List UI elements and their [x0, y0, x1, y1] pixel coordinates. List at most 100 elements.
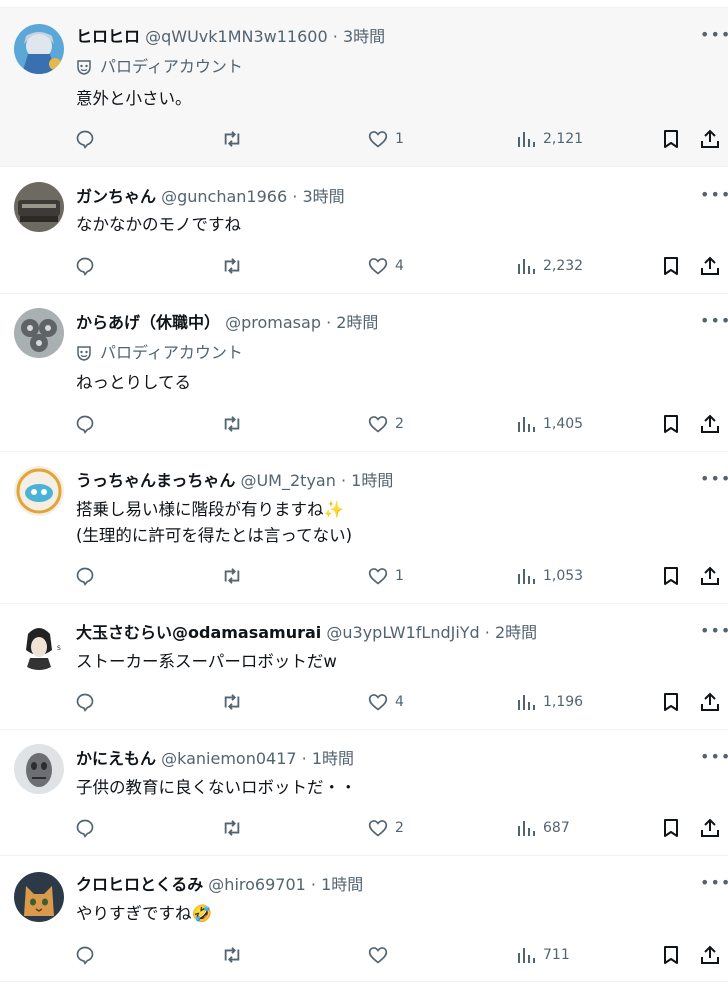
retweet-button[interactable]: [221, 128, 243, 150]
views-icon: [518, 695, 535, 710]
avatar[interactable]: [14, 744, 64, 794]
timestamp[interactable]: 1時間: [312, 749, 354, 768]
more-icon[interactable]: •••: [700, 471, 728, 492]
timestamp[interactable]: 2時間: [495, 623, 537, 642]
retweet-button[interactable]: [221, 944, 243, 966]
reply-button[interactable]: [75, 691, 95, 713]
more-icon[interactable]: •••: [700, 875, 728, 896]
tweet-item[interactable]: からあげ（休職中） @promasap · 2時間 ••• パロディアカウント …: [0, 294, 728, 452]
bookmark-icon: [664, 946, 678, 964]
like-button[interactable]: 4: [368, 691, 404, 713]
tweet-item[interactable]: S 大玉さむらい@odamasamurai @u3ypLW1fLndJiYd ·…: [0, 604, 728, 730]
reply-button[interactable]: [75, 944, 95, 966]
user-handle[interactable]: @qWUvk1MN3w11600: [145, 27, 328, 46]
reply-icon: [76, 257, 94, 276]
tweet-text: 搭乗し易い様に階段が有りますね✨ (生理的に許可を得たとは言ってない): [76, 497, 698, 549]
views-button[interactable]: 1,053: [516, 565, 583, 587]
tweet-item[interactable]: うっちゃんまっちゃん @UM_2tyan · 1時間 ••• 搭乗し易い様に階段…: [0, 452, 728, 604]
reply-button[interactable]: [75, 255, 95, 277]
like-button[interactable]: 2: [368, 817, 404, 839]
retweet-button[interactable]: [221, 255, 243, 277]
share-button[interactable]: [700, 817, 720, 839]
avatar[interactable]: [14, 308, 64, 358]
user-handle[interactable]: @gunchan1966: [161, 187, 287, 206]
more-icon[interactable]: •••: [700, 187, 728, 208]
parody-text: パロディアカウント: [100, 57, 243, 76]
share-button[interactable]: [700, 255, 720, 277]
views-button[interactable]: 1,196: [516, 691, 583, 713]
tweet-text: なかなかのモノですね: [76, 212, 698, 238]
timestamp[interactable]: 1時間: [351, 471, 393, 490]
user-handle[interactable]: @kaniemon0417: [161, 749, 296, 768]
more-icon[interactable]: •••: [700, 313, 728, 334]
bookmark-button[interactable]: [661, 255, 681, 277]
tweet-line: 搭乗し易い様に階段が有りますね✨: [76, 500, 345, 519]
display-name[interactable]: からあげ（休職中）: [76, 313, 220, 332]
share-button[interactable]: [700, 944, 720, 966]
share-button[interactable]: [700, 691, 720, 713]
like-button[interactable]: 1: [368, 565, 404, 587]
views-button[interactable]: 687: [516, 817, 570, 839]
like-button[interactable]: 1: [368, 128, 404, 150]
avatar[interactable]: S: [14, 620, 64, 670]
like-button[interactable]: [368, 944, 395, 966]
display-name[interactable]: かにえもん: [76, 749, 156, 768]
display-name[interactable]: ガンちゃん: [76, 187, 156, 206]
display-name[interactable]: 大玉さむらい@odamasamurai: [76, 623, 321, 642]
tweet-item[interactable]: ガンちゃん @gunchan1966 · 3時間 ••• なかなかのモノですね …: [0, 168, 728, 294]
timestamp[interactable]: 1時間: [321, 875, 363, 894]
bookmark-button[interactable]: [661, 413, 681, 435]
tweet-item[interactable]: ヒロヒロ @qWUvk1MN3w11600 · 3時間 ••• パロディアカウン…: [0, 8, 728, 167]
share-button[interactable]: [700, 413, 720, 435]
views-button[interactable]: 1,405: [516, 413, 583, 435]
retweet-button[interactable]: [221, 817, 243, 839]
bookmark-button[interactable]: [661, 691, 681, 713]
retweet-button[interactable]: [221, 565, 243, 587]
reply-button[interactable]: [75, 413, 95, 435]
user-handle[interactable]: @u3ypLW1fLndJiYd: [326, 623, 479, 642]
timestamp[interactable]: 3時間: [302, 187, 344, 206]
share-icon: [701, 129, 719, 148]
avatar[interactable]: [14, 466, 64, 516]
more-icon[interactable]: •••: [700, 623, 728, 644]
reply-button[interactable]: [75, 128, 95, 150]
separator-dot: ·: [332, 27, 338, 46]
heart-icon: [368, 258, 388, 275]
retweet-button[interactable]: [221, 691, 243, 713]
bookmark-button[interactable]: [661, 944, 681, 966]
tweet-item[interactable]: クロヒロとくるみ @hiro69701 · 1時間 ••• やりすぎですね🤣 7…: [0, 856, 728, 982]
avatar[interactable]: [14, 182, 64, 232]
bookmark-button[interactable]: [661, 128, 681, 150]
bookmark-button[interactable]: [661, 817, 681, 839]
share-button[interactable]: [700, 128, 720, 150]
like-count: 2: [395, 820, 404, 836]
avatar[interactable]: [14, 872, 64, 922]
avatar[interactable]: [14, 24, 64, 74]
tweet-line: ストーカー系スーパーロボットだw: [76, 652, 337, 671]
user-handle[interactable]: @UM_2tyan: [240, 471, 335, 490]
timestamp[interactable]: 2時間: [336, 313, 378, 332]
bookmark-button[interactable]: [661, 565, 681, 587]
more-icon[interactable]: •••: [700, 749, 728, 770]
retweet-button[interactable]: [221, 413, 243, 435]
display-name[interactable]: うっちゃんまっちゃん: [76, 471, 235, 490]
tweet-item[interactable]: かにえもん @kaniemon0417 · 1時間 ••• 子供の教育に良くない…: [0, 730, 728, 856]
timestamp[interactable]: 3時間: [343, 27, 385, 46]
reply-button[interactable]: [75, 817, 95, 839]
tweet-line: なかなかのモノですね: [76, 215, 241, 234]
reply-button[interactable]: [75, 565, 95, 587]
retweet-icon: [224, 820, 240, 836]
like-count: 4: [395, 694, 404, 710]
views-button[interactable]: 2,121: [516, 128, 583, 150]
display-name[interactable]: クロヒロとくるみ: [76, 875, 203, 894]
like-button[interactable]: 2: [368, 413, 404, 435]
views-button[interactable]: 2,232: [516, 255, 583, 277]
more-icon[interactable]: •••: [700, 27, 728, 48]
share-button[interactable]: [700, 565, 720, 587]
views-button[interactable]: 711: [516, 944, 570, 966]
display-name[interactable]: ヒロヒロ: [76, 27, 140, 46]
tweet-line: ねっとりしてる: [76, 373, 192, 392]
like-button[interactable]: 4: [368, 255, 404, 277]
user-handle[interactable]: @hiro69701: [208, 875, 306, 894]
user-handle[interactable]: @promasap: [225, 313, 321, 332]
